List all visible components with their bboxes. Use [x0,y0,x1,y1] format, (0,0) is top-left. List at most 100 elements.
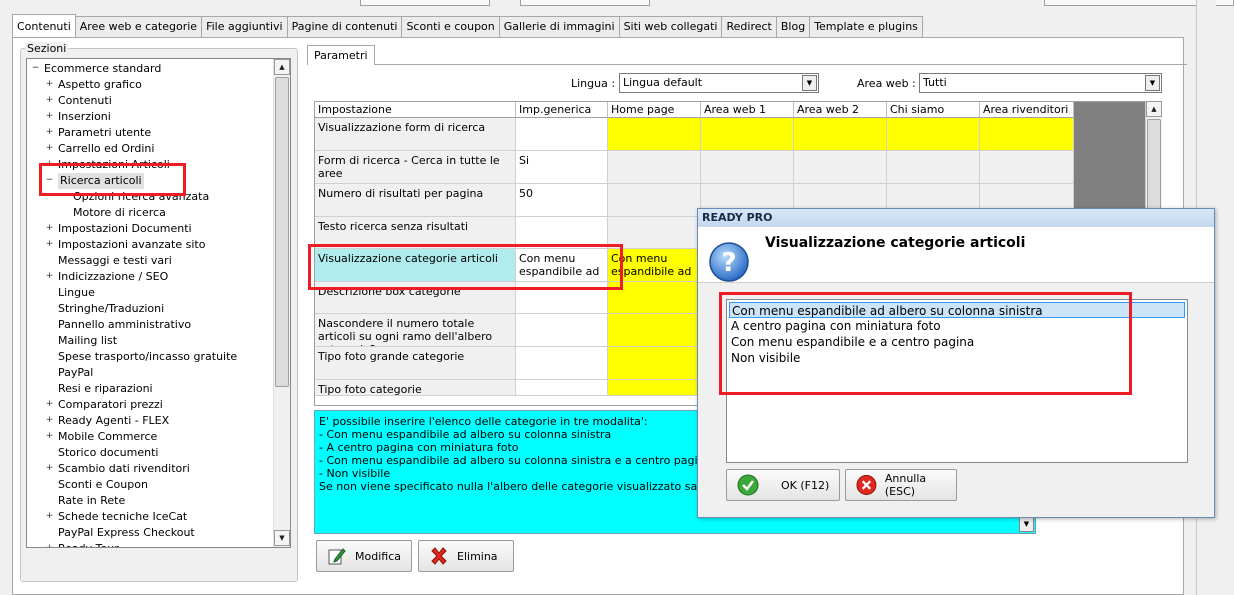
plus-expander-icon[interactable]: + [45,224,54,233]
tree-item[interactable]: Sconti e Coupon [45,477,148,493]
tree-item[interactable]: + Ready Agenti - FLEX [45,413,169,429]
grid-cell[interactable] [701,151,794,184]
grid-generic-value[interactable] [516,380,608,396]
ok-button[interactable]: OK (F12) [726,469,840,501]
plus-expander-icon[interactable]: + [45,96,54,105]
tree-item[interactable]: Storico documenti [45,445,158,461]
tab-pagine-di-contenuti[interactable]: Pagine di contenuti [286,16,403,37]
grid-home-value[interactable] [608,184,701,217]
tab-siti-web-collegati[interactable]: Siti web collegati [618,16,723,37]
tree-item[interactable]: PayPal [45,365,93,381]
area-web-select[interactable]: Tutti ▼ [919,73,1162,93]
grid-header[interactable]: Area rivenditori [980,102,1074,118]
plus-expander-icon[interactable]: + [45,432,54,441]
scroll-down-icon[interactable]: ▼ [274,530,290,546]
tree-item[interactable]: + Indicizzazione / SEO [45,269,169,285]
grid-cell[interactable] [980,118,1074,151]
tab-contenuti[interactable]: Contenuti [12,14,76,37]
grid-setting-name[interactable]: Visualizzazione form di ricerca [315,118,516,151]
tree-item[interactable]: Mailing list [45,333,117,349]
grid-scroll-thumb[interactable] [1147,119,1161,209]
tree-item[interactable]: + Impostazioni avanzate sito [45,237,206,253]
grid-setting-name[interactable]: Tipo foto grande categorie [315,347,516,380]
tab-sconti-e-coupon[interactable]: Sconti e coupon [401,16,500,37]
grid-header[interactable]: Area web 2 [794,102,887,118]
grid-header[interactable]: Chi siamo [887,102,980,118]
grid-cell[interactable] [887,118,980,151]
tree-item[interactable]: Motore di ricerca [73,205,166,221]
grid-home-value[interactable] [608,314,701,347]
tree-scrollbar[interactable]: ▲ ▼ [273,59,290,547]
tab-blog[interactable]: Blog [775,16,811,37]
chevron-down-icon[interactable]: ▼ [1019,517,1034,532]
tab-template-e-plugins[interactable]: Template e plugins [809,16,923,37]
tree-item[interactable]: Pannello amministrativo [45,317,191,333]
plus-expander-icon[interactable]: + [45,128,54,137]
tree-item[interactable]: Stringhe/Traduzioni [45,301,164,317]
tree-item[interactable]: + Mobile Commerce [45,429,158,445]
plus-expander-icon[interactable]: + [45,464,54,473]
tab-redirect[interactable]: Redirect [721,16,777,37]
tab-parametri[interactable]: Parametri [307,45,375,65]
modify-button[interactable]: Modifica [316,540,412,572]
plus-expander-icon[interactable]: + [45,416,54,425]
plus-expander-icon[interactable]: + [45,512,54,521]
tree-item[interactable]: + Inserzioni [45,109,111,125]
grid-header[interactable]: Area web 1 [701,102,794,118]
grid-header[interactable]: Home page [608,102,701,118]
grid-setting-name[interactable]: Form di ricerca - Cerca in tutte le aree [315,151,516,184]
tree-item[interactable]: Rate in Rete [45,493,125,509]
grid-generic-value[interactable] [516,118,608,151]
tree-item[interactable]: + Scambio dati rivenditori [45,461,190,477]
delete-button[interactable]: Elimina [418,540,514,572]
plus-expander-icon[interactable]: + [45,544,54,548]
plus-expander-icon[interactable]: + [45,400,54,409]
grid-cell[interactable] [980,151,1074,184]
chevron-down-icon[interactable]: ▼ [802,75,817,91]
grid-header[interactable]: Imp.generica [516,102,608,118]
tree-item[interactable]: + Comparatori prezzi [45,397,163,413]
grid-cell[interactable] [887,151,980,184]
grid-generic-value[interactable] [516,347,608,380]
plus-expander-icon[interactable]: + [45,80,54,89]
plus-expander-icon[interactable]: + [45,272,54,281]
grid-setting-name[interactable]: Tipo foto categorie [315,380,516,396]
plus-expander-icon[interactable]: + [45,112,54,121]
grid-home-value[interactable] [608,380,701,396]
grid-generic-value[interactable] [516,314,608,347]
tab-gallerie-di-immagini[interactable]: Gallerie di immagini [498,16,620,37]
tree-root[interactable]: − Ecommerce standard [31,61,162,77]
grid-generic-value[interactable]: Si [516,151,608,184]
tree-item[interactable]: + Impostazioni Documenti [45,221,192,237]
top-field-2[interactable] [520,0,650,6]
tab-aree-web-e-categorie[interactable]: Aree web e categorie [74,16,203,37]
tree-item[interactable]: Resi e riparazioni [45,381,153,397]
tree-item[interactable]: + Aspetto grafico [45,77,142,93]
tree-item[interactable]: + Ready Tour [45,541,119,548]
tree-item[interactable]: + Parametri utente [45,125,151,141]
scroll-up-icon[interactable]: ▲ [274,59,290,75]
grid-home-value[interactable] [608,347,701,380]
tree-item[interactable]: PayPal Express Checkout [45,525,195,541]
tree-scroll-thumb[interactable] [275,77,289,387]
tree-item[interactable]: + Carrello ed Ordini [45,141,155,157]
tree-item[interactable]: Spese trasporto/incasso gratuite [45,349,237,365]
grid-setting-name[interactable]: Nascondere il numero totale articoli su … [315,314,516,347]
tree-item[interactable]: Lingue [45,285,95,301]
chevron-down-icon[interactable]: ▼ [1145,75,1160,91]
lingua-select[interactable]: Lingua default ▼ [619,73,819,93]
scroll-up-icon[interactable]: ▲ [1146,101,1162,117]
cancel-button[interactable]: Annulla (ESC) [845,469,957,501]
tree-item[interactable]: + Contenuti [45,93,112,109]
tree-item[interactable]: + Schede tecniche IceCat [45,509,188,525]
sections-tree[interactable]: − Ecommerce standard + Aspetto grafico + Cont… [26,58,291,548]
grid-generic-value[interactable]: 50 [516,184,608,217]
top-field-1[interactable] [360,0,490,6]
tab-file-aggiuntivi[interactable]: File aggiuntivi [201,16,288,37]
plus-expander-icon[interactable]: + [45,144,54,153]
grid-cell[interactable] [701,118,794,151]
grid-cell[interactable] [794,151,887,184]
minus-expander-icon[interactable]: − [31,64,40,73]
grid-home-value[interactable] [608,151,701,184]
grid-header[interactable]: Impostazione [315,102,516,118]
